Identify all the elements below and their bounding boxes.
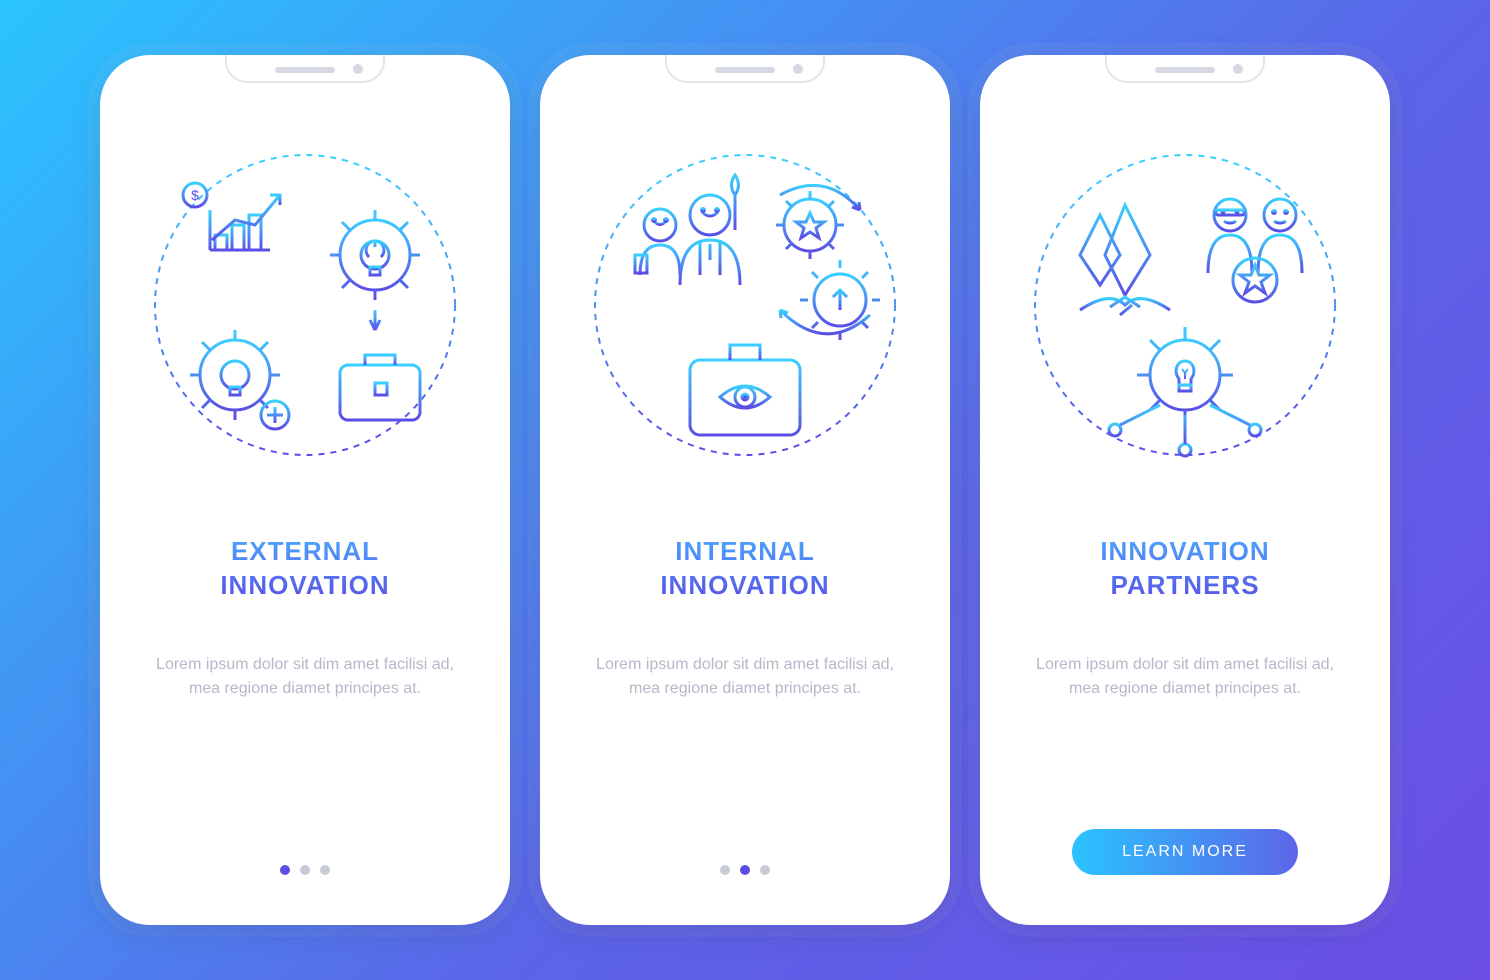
- page-dot-2[interactable]: [300, 865, 310, 875]
- page-dot-1[interactable]: [280, 865, 290, 875]
- phone-camera: [353, 64, 363, 74]
- screen-description: Lorem ipsum dolor sit dim amet facilisi …: [1000, 653, 1370, 701]
- learn-more-button[interactable]: LEARN MORE: [1072, 829, 1298, 875]
- page-indicator: [120, 865, 490, 875]
- screen-description: Lorem ipsum dolor sit dim amet facilisi …: [560, 653, 930, 701]
- onboarding-screen-2: INTERNAL INNOVATION Lorem ipsum dolor si…: [540, 55, 950, 925]
- page-dot-3[interactable]: [760, 865, 770, 875]
- page-dot-1[interactable]: [720, 865, 730, 875]
- page-dot-2[interactable]: [740, 865, 750, 875]
- onboarding-screen-3: INNOVATION PARTNERS Lorem ipsum dolor si…: [980, 55, 1390, 925]
- screen-title: INTERNAL INNOVATION: [560, 535, 930, 603]
- screen-description: Lorem ipsum dolor sit dim amet facilisi …: [120, 653, 490, 701]
- onboarding-screen-1: $: [100, 55, 510, 925]
- page-indicator: [560, 865, 930, 875]
- screen-title: INNOVATION PARTNERS: [1000, 535, 1370, 603]
- screen-title: EXTERNAL INNOVATION: [120, 535, 490, 603]
- phone-speaker: [715, 67, 775, 73]
- innovation-partners-illustration: [1000, 105, 1370, 505]
- phone-camera: [1233, 64, 1243, 74]
- phone-speaker: [1155, 67, 1215, 73]
- internal-innovation-illustration: [560, 105, 930, 505]
- page-dot-3[interactable]: [320, 865, 330, 875]
- phone-camera: [793, 64, 803, 74]
- phone-speaker: [275, 67, 335, 73]
- svg-text:$: $: [191, 187, 199, 203]
- external-innovation-illustration: $: [120, 105, 490, 505]
